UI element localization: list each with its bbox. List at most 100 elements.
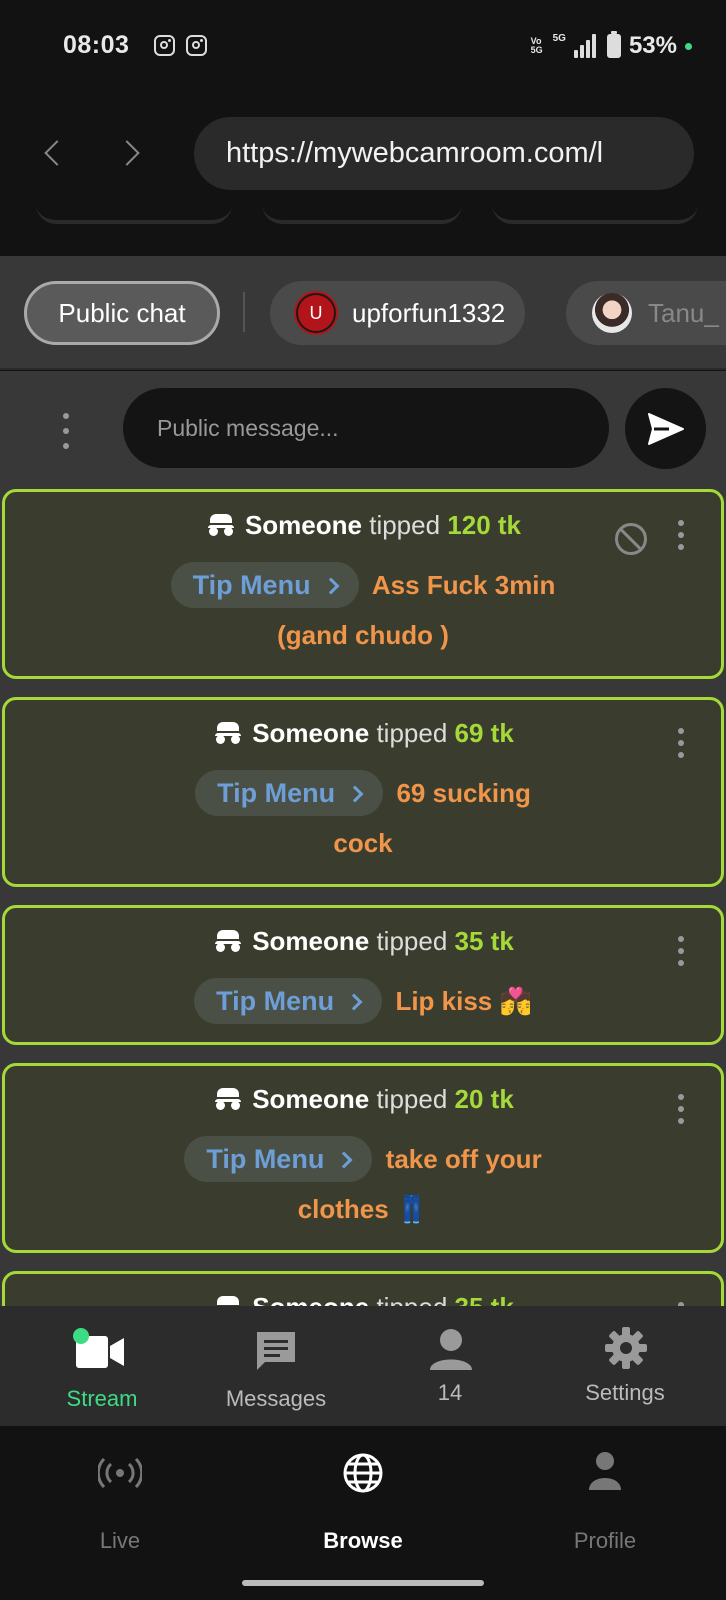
tab-strip-peek: [492, 204, 698, 224]
globe-icon: [343, 1453, 383, 1493]
tip-item-text: Lip kiss 💏: [395, 986, 532, 1016]
incognito-icon: [212, 1088, 244, 1110]
incognito-icon: [212, 1296, 244, 1306]
more-options-icon[interactable]: [62, 413, 70, 449]
tab-label: Settings: [585, 1380, 665, 1405]
signal-icon: [573, 34, 596, 58]
tip-menu-label: Tip Menu: [206, 1144, 325, 1174]
message-options-icon[interactable]: [677, 936, 685, 966]
tab-private-chat[interactable]: U upforfun1332: [270, 281, 526, 345]
tab-strip-peek: [36, 204, 232, 224]
tip-amount: 69 tk: [454, 718, 514, 748]
tip-amount: 20 tk: [454, 1084, 514, 1114]
chat-feed[interactable]: Someone tipped 120 tk Tip Menu Ass Fuck …: [0, 481, 726, 1306]
tipper-name: Someone: [252, 926, 370, 956]
tip-item-text: take off your: [385, 1144, 542, 1174]
tab-label: Stream: [66, 1386, 138, 1411]
tab-public-chat[interactable]: Public chat: [24, 281, 220, 345]
message-icon: [257, 1332, 295, 1370]
nav-label: Profile: [573, 1528, 637, 1553]
tip-item-text-continued: cock: [333, 828, 393, 858]
forward-arrow-icon[interactable]: [116, 138, 146, 168]
tip-detail: Tip Menu 69 sucking: [5, 770, 721, 816]
tip-menu-label: Tip Menu: [192, 570, 311, 600]
tip-verb: tipped: [376, 718, 448, 748]
tipper-name: Someone: [244, 510, 362, 540]
incognito-icon: [212, 930, 244, 952]
chat-tabs: Public chat U upforfun1332 Tanu_: [0, 256, 726, 370]
tab-private-chat[interactable]: Tanu_: [566, 281, 726, 345]
instagram-notification-icon: [186, 35, 207, 56]
send-button[interactable]: [625, 388, 706, 469]
tip-verb: tipped: [376, 1292, 447, 1306]
nav-label: Live: [99, 1528, 141, 1553]
tip-header: Someone tipped 20 tk: [5, 1084, 721, 1115]
block-icon[interactable]: [615, 523, 647, 555]
public-message-input[interactable]: Public message...: [123, 388, 609, 468]
tip-item-text-continued: (gand chudo ): [277, 620, 449, 650]
nav-browse[interactable]: Browse: [300, 1426, 426, 1566]
url-bar[interactable]: https://mywebcamroom.com/l: [194, 117, 694, 190]
tip-header: Someone tipped 69 tk: [5, 718, 721, 749]
chevron-right-icon: [335, 1151, 353, 1169]
tab-viewers[interactable]: 14: [400, 1306, 500, 1426]
status-time: 08:03: [63, 31, 130, 59]
tip-amount: 35 tk: [454, 926, 514, 956]
browser-toolbar: https://mywebcamroom.com/l: [0, 96, 726, 256]
home-indicator[interactable]: [242, 1580, 484, 1586]
incognito-icon: [212, 722, 244, 744]
live-status-dot: [73, 1328, 89, 1344]
gear-icon: [605, 1327, 647, 1369]
message-options-icon[interactable]: [677, 520, 685, 550]
nav-profile[interactable]: Profile: [550, 1426, 660, 1566]
tip-detail: Tip Menu Ass Fuck 3min: [5, 562, 721, 608]
tab-strip-peek: [262, 204, 462, 224]
profile-icon: [589, 1452, 621, 1490]
tab-label: Messages: [225, 1386, 327, 1411]
nav-label: Browse: [323, 1528, 403, 1553]
battery-icon: [606, 31, 621, 58]
viewer-count: 14: [437, 1380, 463, 1405]
avatar: U: [296, 293, 336, 333]
message-bar: Public message...: [0, 371, 726, 481]
instagram-notification-icon: [154, 35, 175, 56]
message-options-icon[interactable]: [677, 728, 685, 758]
tip-message: Someone tipped 69 tk Tip Menu 69 sucking…: [2, 697, 724, 887]
tip-detail: Tip Menu take off your: [5, 1136, 721, 1182]
battery-percent: 53%: [628, 32, 677, 59]
tip-menu-button[interactable]: Tip Menu: [194, 978, 383, 1024]
tip-menu-button[interactable]: Tip Menu: [170, 562, 359, 608]
tip-verb: tipped: [376, 1084, 448, 1114]
tip-header: Someone tipped 35 tk: [5, 1292, 721, 1306]
back-arrow-icon[interactable]: [36, 138, 66, 168]
person-icon: [430, 1329, 472, 1370]
tipper-name: Someone: [252, 1292, 369, 1306]
tip-header: Someone tipped 120 tk: [5, 510, 721, 541]
tip-detail: Tip Menu Lip kiss 💏: [5, 978, 721, 1024]
tip-message: Someone tipped 35 tk: [2, 1271, 724, 1306]
tab-messages[interactable]: Messages: [210, 1306, 342, 1426]
chevron-right-icon: [345, 993, 363, 1011]
tip-menu-button[interactable]: Tip Menu: [184, 1136, 373, 1182]
status-bar: 08:03 Vo 5G 5G 53%: [0, 0, 726, 96]
tip-menu-label: Tip Menu: [216, 986, 335, 1016]
tip-amount: 120 tk: [447, 510, 522, 540]
tab-username: Tanu_: [648, 297, 719, 328]
tip-menu-button[interactable]: Tip Menu: [195, 770, 384, 816]
tab-stream[interactable]: Stream: [40, 1306, 164, 1426]
broadcast-icon: [98, 1458, 142, 1488]
tip-item-text: Ass Fuck 3min: [371, 570, 556, 600]
incognito-icon: [205, 514, 237, 536]
tipper-name: Someone: [252, 1084, 370, 1114]
nav-live[interactable]: Live: [70, 1426, 170, 1566]
message-options-icon[interactable]: [677, 1094, 685, 1124]
tab-username: upforfun1332: [352, 297, 506, 328]
tip-header: Someone tipped 35 tk: [5, 926, 721, 957]
send-icon: [648, 413, 684, 445]
tab-settings[interactable]: Settings: [560, 1306, 690, 1426]
volte-indicator: Vo 5G: [530, 36, 543, 55]
status-indicators: Vo 5G 5G 53%: [530, 31, 692, 60]
tip-verb: tipped: [369, 510, 441, 540]
tip-item-text-continued: clothes 👖: [297, 1194, 429, 1224]
tipper-name: Someone: [252, 718, 370, 748]
